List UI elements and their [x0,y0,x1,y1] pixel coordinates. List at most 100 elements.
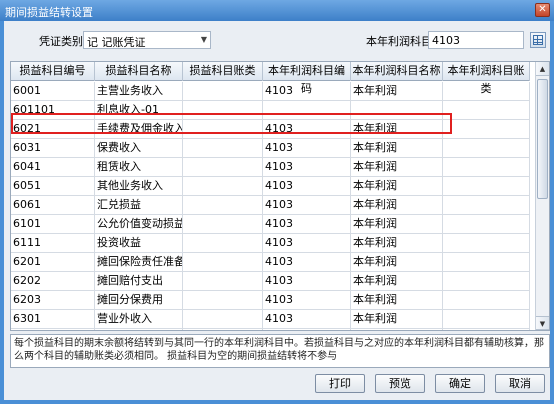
table-cell[interactable]: 投资收益 [95,234,183,252]
table-cell[interactable]: 公允价值变动损益 [95,215,183,233]
scroll-up-icon[interactable]: ▲ [536,62,549,76]
table-cell[interactable] [443,253,530,271]
table-cell[interactable]: 本年利润 [351,158,443,176]
scroll-down-icon[interactable]: ▼ [536,316,549,330]
table-cell[interactable]: 保费收入 [95,139,183,157]
table-cell[interactable]: 本年利润 [351,120,443,138]
table-cell[interactable]: 6031 [11,139,95,157]
table-cell[interactable]: 利息收入-01 [95,101,183,119]
table-cell[interactable]: 6401 [11,329,95,330]
preview-button[interactable]: 预览 [375,374,425,393]
table-cell[interactable]: 本年利润 [351,291,443,309]
table-cell[interactable] [443,82,530,100]
table-cell[interactable] [183,291,263,309]
table-cell[interactable]: 4103 [263,196,351,214]
ok-button[interactable]: 确定 [435,374,485,393]
print-button[interactable]: 打印 [315,374,365,393]
table-cell[interactable]: 4103 [263,139,351,157]
table-cell[interactable]: 手续费及佣金收入 [95,120,183,138]
reference-grid-icon[interactable] [530,32,546,48]
table-cell[interactable]: 摊回分保费用 [95,291,183,309]
voucher-type-select[interactable]: 记 记账凭证 ▼ [83,31,211,49]
table-cell[interactable] [443,234,530,252]
table-cell[interactable] [183,272,263,290]
table-row[interactable]: 6301 营业外收入 4103 本年利润 [11,310,530,329]
table-row[interactable]: 6203 摊回分保费用 4103 本年利润 [11,291,530,310]
table-cell[interactable] [183,310,263,328]
table-cell[interactable]: 本年利润 [351,196,443,214]
table-cell[interactable] [443,158,530,176]
table-cell[interactable] [183,120,263,138]
table-cell[interactable]: 4103 [263,234,351,252]
table-cell[interactable]: 4103 [263,177,351,195]
table-cell[interactable]: 6001 [11,82,95,100]
table-cell[interactable]: 6021 [11,120,95,138]
table-cell[interactable]: 6041 [11,158,95,176]
table-cell[interactable] [183,139,263,157]
table-cell[interactable]: 4103 [263,120,351,138]
table-cell[interactable]: 本年利润 [351,177,443,195]
table-cell[interactable]: 6061 [11,196,95,214]
table-cell[interactable]: 601101 [11,101,95,119]
table-cell[interactable]: 本年利润 [351,215,443,233]
table-cell[interactable]: 4103 [263,329,351,330]
table-cell[interactable] [183,196,263,214]
table-cell[interactable] [443,272,530,290]
column-header[interactable]: 损益科目编号 [11,62,95,81]
table-cell[interactable]: 其他业务收入 [95,177,183,195]
table-row[interactable]: 6031 保费收入 4103 本年利润 [11,139,530,158]
table-cell[interactable] [183,253,263,271]
table-row[interactable]: 601101 利息收入-01 [11,101,530,120]
table-cell[interactable]: 本年利润 [351,253,443,271]
table-cell[interactable]: 主营业务收入 [95,82,183,100]
table-cell[interactable]: 主营业务成本 [95,329,183,330]
table-cell[interactable] [183,177,263,195]
table-cell[interactable]: 本年利润 [351,310,443,328]
table-cell[interactable] [443,177,530,195]
table-cell[interactable] [443,329,530,330]
table-cell[interactable] [443,310,530,328]
chevron-down-icon[interactable]: ▼ [201,35,207,44]
table-cell[interactable] [183,329,263,330]
table-cell[interactable] [443,139,530,157]
table-cell[interactable]: 本年利润 [351,329,443,330]
table-cell[interactable]: 本年利润 [351,139,443,157]
table-row[interactable]: 6201摊回保险责任准备金 4103本年利润 [11,253,530,272]
table-cell[interactable]: 6111 [11,234,95,252]
table-cell[interactable] [263,101,351,119]
table-row[interactable]: 6202 摊回赔付支出 4103 本年利润 [11,272,530,291]
table-cell[interactable]: 摊回保险责任准备金 [95,253,183,271]
table-cell[interactable] [183,101,263,119]
table-cell[interactable]: 6301 [11,310,95,328]
table-row[interactable]: 6041 租赁收入 4103 本年利润 [11,158,530,177]
table-cell[interactable]: 本年利润 [351,82,443,100]
table-cell[interactable]: 4103 [263,291,351,309]
table-cell[interactable]: 6101 [11,215,95,233]
table-cell[interactable]: 租赁收入 [95,158,183,176]
table-cell[interactable]: 本年利润 [351,272,443,290]
table-cell[interactable]: 6051 [11,177,95,195]
table-cell[interactable] [351,101,443,119]
table-row[interactable]: 6111 投资收益 4103 本年利润 [11,234,530,253]
table-cell[interactable]: 4103 [263,272,351,290]
table-cell[interactable] [183,215,263,233]
table-cell[interactable]: 4103 [263,158,351,176]
table-row[interactable]: 6101 公允价值变动损益 4103 本年利润 [11,215,530,234]
table-cell[interactable]: 4103 [263,215,351,233]
table-cell[interactable] [443,215,530,233]
table-cell[interactable]: 汇兑损益 [95,196,183,214]
table-cell[interactable]: 4103 [263,82,351,100]
table-cell[interactable]: 6202 [11,272,95,290]
table-cell[interactable] [443,196,530,214]
column-header[interactable]: 本年利润科目账类 [443,62,530,95]
column-header[interactable]: 本年利润科目名称 [351,62,443,81]
table-cell[interactable] [443,120,530,138]
column-header[interactable]: 本年利润科目编码 [263,62,351,95]
table-cell[interactable] [183,82,263,100]
table-cell[interactable]: 营业外收入 [95,310,183,328]
table-row[interactable]: 6021 手续费及佣金收入 4103 本年利润 [11,120,530,139]
table-row[interactable]: 6051 其他业务收入 4103 本年利润 [11,177,530,196]
table-row[interactable]: 6061 汇兑损益 4103 本年利润 [11,196,530,215]
cancel-button[interactable]: 取消 [495,374,545,393]
scroll-thumb[interactable] [537,79,548,199]
